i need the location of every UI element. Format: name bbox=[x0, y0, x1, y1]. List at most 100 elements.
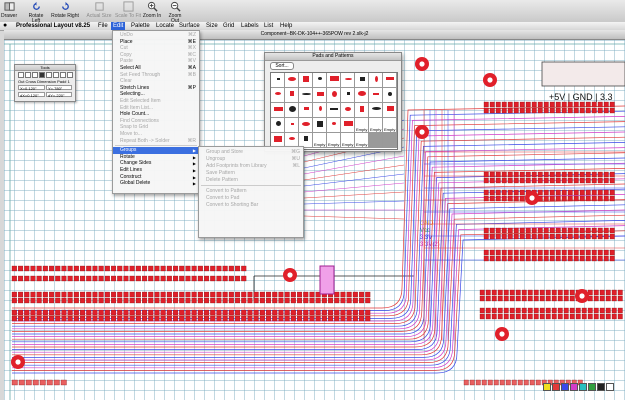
pad-pattern-cell[interactable] bbox=[355, 103, 369, 118]
pad-pattern-cell[interactable] bbox=[369, 73, 383, 88]
layer-color-red[interactable] bbox=[552, 383, 560, 391]
groups-submenu-item-save-pattern[interactable]: Save Pattern bbox=[199, 170, 303, 177]
smd-pad bbox=[42, 265, 48, 272]
dy-field[interactable]: dY=.220" bbox=[46, 92, 72, 98]
pad-pattern-cell[interactable] bbox=[299, 73, 313, 88]
pad-slot-empty[interactable] bbox=[383, 133, 397, 148]
rotate-right-button[interactable]: Rotate Right bbox=[51, 1, 79, 21]
sort-button[interactable]: Sort... bbox=[270, 62, 294, 70]
pad-pattern-cell[interactable] bbox=[313, 103, 327, 118]
pad-pattern-cell[interactable] bbox=[327, 118, 341, 133]
pad-slot-empty[interactable]: Empty bbox=[355, 118, 369, 133]
pad-pattern-cell[interactable] bbox=[313, 118, 327, 133]
x-field[interactable]: X=0.120" bbox=[18, 85, 45, 91]
pad-pattern-cell[interactable] bbox=[299, 103, 313, 118]
apple-icon[interactable]: ● bbox=[3, 22, 7, 30]
pad-pattern-cell[interactable] bbox=[369, 88, 383, 103]
layer-color-green[interactable] bbox=[588, 383, 596, 391]
layer-color-blue[interactable] bbox=[561, 383, 569, 391]
pad-pattern-cell[interactable] bbox=[341, 73, 355, 88]
pad-slot-empty[interactable]: Empty bbox=[369, 118, 383, 133]
layer-color-cyan[interactable] bbox=[579, 383, 587, 391]
pad-slot-empty[interactable]: Empty bbox=[341, 133, 355, 148]
actual-size-button[interactable]: Actual Size bbox=[86, 1, 112, 21]
pad-slot-empty[interactable]: Empty bbox=[327, 133, 341, 148]
tools-title[interactable]: Tools bbox=[15, 65, 75, 71]
zoom-tool-icon[interactable] bbox=[53, 72, 59, 78]
smd-pad bbox=[266, 309, 272, 316]
pad-pattern-cell[interactable] bbox=[271, 73, 285, 88]
line-tool-icon[interactable] bbox=[32, 72, 38, 78]
document-title-bar[interactable]: Component--BK-DK-104++-365POW rev 2.slk-… bbox=[4, 30, 625, 40]
menu-size[interactable]: Size bbox=[204, 22, 220, 30]
pad-pattern-cell[interactable] bbox=[313, 88, 327, 103]
pad-pattern-cell[interactable] bbox=[369, 103, 383, 118]
menu-edit[interactable]: Edit bbox=[111, 22, 126, 30]
edit-menu-item-global-delete[interactable]: Global Delete ▶ bbox=[113, 180, 199, 187]
pad-slot-empty[interactable]: Empty bbox=[355, 133, 369, 148]
pad-pattern-cell[interactable] bbox=[341, 103, 355, 118]
groups-submenu-item-convert-to-pattern[interactable]: Convert to Pattern bbox=[199, 188, 303, 195]
layer-color-white[interactable] bbox=[606, 383, 614, 391]
groups-submenu-item-convert-to-shorting-bar[interactable]: Convert to Shorting Bar bbox=[199, 202, 303, 209]
menu-grid[interactable]: Grid bbox=[221, 22, 236, 30]
pad-tool-icon[interactable] bbox=[25, 72, 31, 78]
pad-pattern-cell[interactable] bbox=[327, 73, 341, 88]
smd-pad bbox=[247, 315, 253, 322]
zoom-in-button[interactable]: Zoom In bbox=[142, 1, 162, 21]
pad-pattern-cell[interactable] bbox=[285, 103, 299, 118]
layer-color-black[interactable] bbox=[597, 383, 605, 391]
pad-pattern-cell[interactable] bbox=[341, 118, 355, 133]
pad-pattern-cell[interactable] bbox=[383, 73, 397, 88]
menu-surface[interactable]: Surface bbox=[177, 22, 202, 30]
pads-panel-title[interactable]: Pads and Patterns bbox=[265, 53, 401, 61]
zoom-out-button[interactable]: Zoom Out bbox=[164, 1, 186, 24]
pad-pattern-cell[interactable] bbox=[299, 88, 313, 103]
smd-pad bbox=[573, 177, 579, 184]
menu-help[interactable]: Help bbox=[278, 22, 294, 30]
hand-tool-icon[interactable] bbox=[60, 72, 66, 78]
text-tool-icon[interactable] bbox=[46, 72, 52, 78]
groups-submenu-item-delete-pattern[interactable]: Delete Pattern bbox=[199, 177, 303, 184]
pad-pattern-cell[interactable] bbox=[271, 88, 285, 103]
pad-pattern-cell[interactable] bbox=[341, 88, 355, 103]
pad-pattern-cell[interactable] bbox=[327, 88, 341, 103]
pad-pattern-cell[interactable] bbox=[271, 118, 285, 133]
pad-pattern-cell[interactable] bbox=[313, 73, 327, 88]
pad-pattern-cell[interactable] bbox=[383, 88, 397, 103]
empty-slot-label: Empty bbox=[356, 127, 368, 132]
pad-slot-empty[interactable] bbox=[369, 133, 383, 148]
select-tool-icon[interactable] bbox=[39, 72, 45, 78]
measure-tool-icon[interactable] bbox=[67, 72, 73, 78]
rotate-left-button[interactable]: Rotate Left bbox=[24, 1, 48, 24]
dx-field[interactable]: dX=0.120" bbox=[18, 92, 45, 98]
menu-locate[interactable]: Locate bbox=[154, 22, 176, 30]
pad-pattern-cell[interactable] bbox=[271, 103, 285, 118]
pad-pattern-cell[interactable] bbox=[285, 73, 299, 88]
pad-pattern-cell[interactable] bbox=[299, 118, 313, 133]
y-field[interactable]: Y=.780" bbox=[46, 85, 72, 91]
groups-submenu-item-convert-to-pad[interactable]: Convert to Pad bbox=[199, 195, 303, 202]
pad-pattern-cell[interactable] bbox=[355, 88, 369, 103]
groups-submenu-item-ungroup[interactable]: Ungroup ⌘U bbox=[199, 156, 303, 163]
pad-pattern-cell[interactable] bbox=[383, 103, 397, 118]
groups-submenu-item-group-and-store[interactable]: Group and Store ⌘G bbox=[199, 149, 303, 156]
pad-pattern-cell[interactable] bbox=[285, 88, 299, 103]
arrow-tool-icon[interactable] bbox=[18, 72, 24, 78]
pad-slot-empty[interactable]: Empty bbox=[383, 118, 397, 133]
menu-labels[interactable]: Labels bbox=[239, 22, 261, 30]
menu-list[interactable]: List bbox=[262, 22, 275, 30]
layer-color-yellow[interactable] bbox=[543, 383, 551, 391]
pad-pattern-cell[interactable] bbox=[327, 103, 341, 118]
menu-file[interactable]: File bbox=[96, 22, 110, 30]
edit-menu-item-repeat-both-solder[interactable]: Repeat Both -> Solder ⌘R bbox=[113, 138, 199, 145]
pad-pattern-cell[interactable] bbox=[355, 73, 369, 88]
scale-to-fit-button[interactable]: Scale To Fit bbox=[114, 1, 142, 21]
drawer-button[interactable]: Drawer bbox=[1, 1, 17, 21]
app-name-menu[interactable]: Professional Layout v8.25 bbox=[14, 22, 92, 30]
menu-palette[interactable]: Palette bbox=[129, 22, 152, 30]
pad-pattern-cell[interactable] bbox=[285, 118, 299, 133]
groups-submenu-item-add-footprints-from-library[interactable]: Add Footprints from Library ⌘L bbox=[199, 163, 303, 170]
pad-slot-empty[interactable]: Empty bbox=[313, 133, 327, 148]
layer-color-magenta[interactable] bbox=[570, 383, 578, 391]
